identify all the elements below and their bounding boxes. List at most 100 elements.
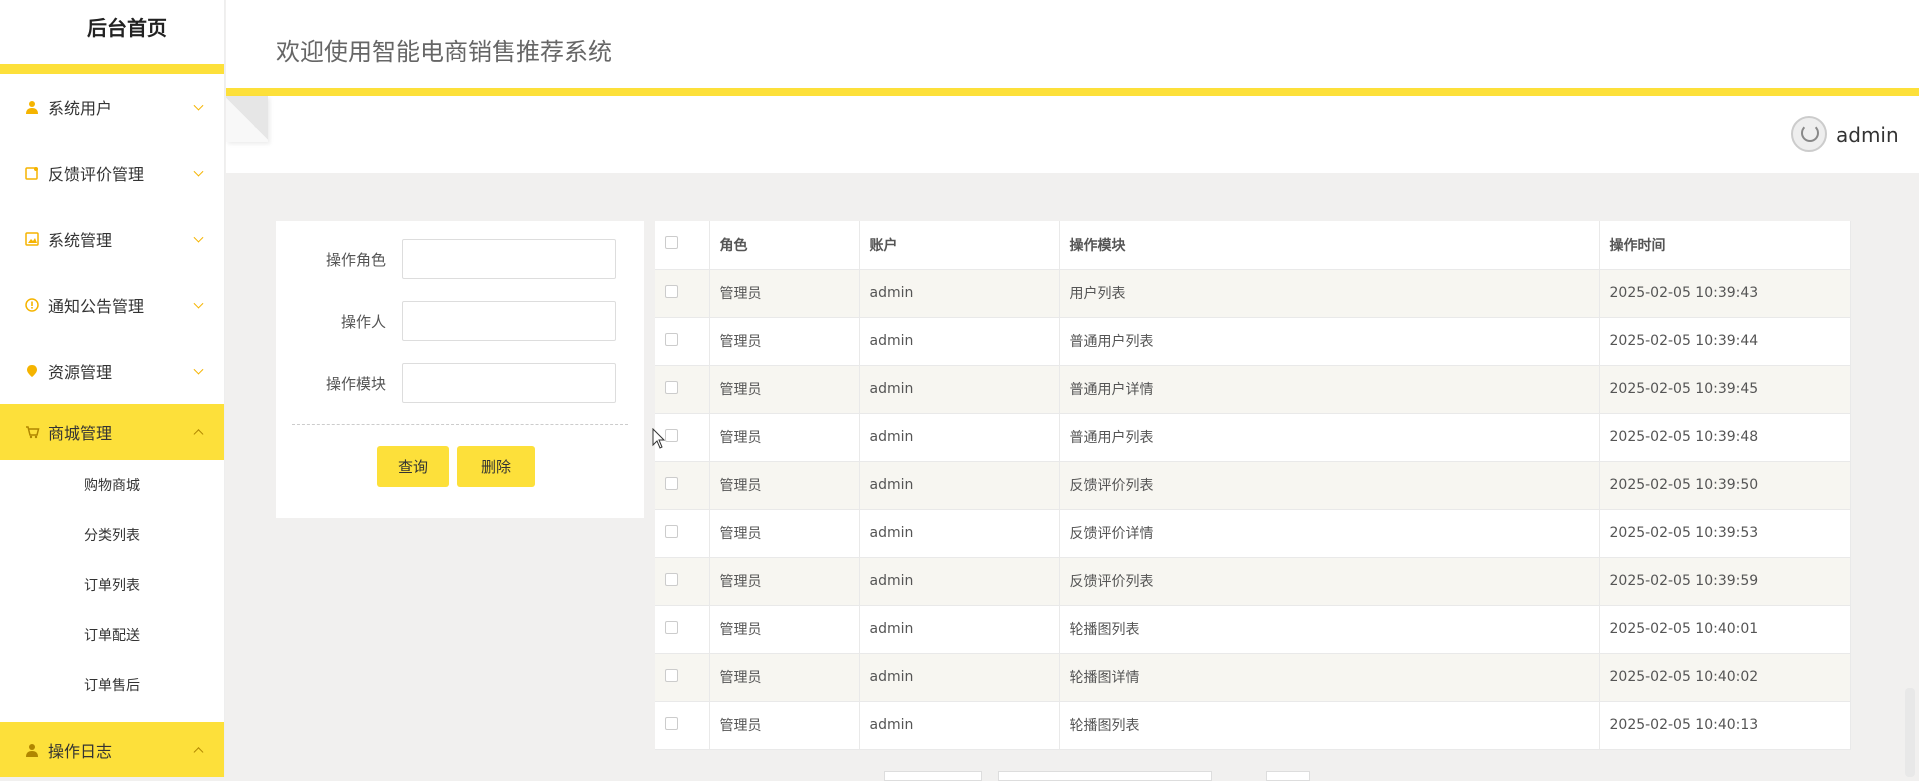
sidebar-title[interactable]: 后台首页	[0, 0, 224, 64]
cell-time: 2025-02-05 10:40:01	[1599, 605, 1851, 654]
sidebar-item-label: 商城管理	[48, 424, 113, 443]
chevron-down-icon	[193, 298, 204, 309]
location-pin-icon	[24, 363, 40, 379]
row-checkbox[interactable]	[665, 572, 678, 586]
cell-role: 管理员	[709, 461, 860, 510]
cell-account: admin	[859, 269, 1060, 318]
cell-time: 2025-02-05 10:39:43	[1599, 269, 1851, 318]
cell-module: 轮播图列表	[1059, 605, 1600, 654]
sidebar-subitem-orders[interactable]: 订单列表	[0, 560, 224, 610]
chevron-up-icon	[193, 747, 204, 758]
row-checkbox[interactable]	[665, 284, 678, 298]
table-row[interactable]: 管理员 admin 轮播图列表 2025-02-05 10:40:13	[655, 701, 1851, 750]
sidebar-item-resources[interactable]: 资源管理	[0, 338, 224, 404]
select-all-checkbox[interactable]	[665, 236, 678, 250]
cell-time: 2025-02-05 10:39:45	[1599, 365, 1851, 414]
column-header[interactable]: 操作模块	[1059, 221, 1600, 270]
cell-account: admin	[859, 413, 1060, 462]
sidebar-subitem-shop[interactable]: 购物商城	[0, 460, 224, 510]
role-input[interactable]	[402, 239, 616, 279]
cell-account: admin	[859, 317, 1060, 366]
sidebar-subitem-after-sales[interactable]: 订单售后	[0, 660, 224, 710]
query-button[interactable]: 查询	[377, 446, 449, 487]
table-row[interactable]: 管理员 admin 普通用户列表 2025-02-05 10:39:44	[655, 317, 1851, 366]
row-checkbox[interactable]	[665, 428, 678, 442]
table-row[interactable]: 管理员 admin 用户列表 2025-02-05 10:39:43	[655, 269, 1851, 318]
sidebar-item-label: 操作日志	[48, 742, 113, 761]
sidebar-item-feedback[interactable]: 反馈评价管理	[0, 140, 224, 206]
column-header[interactable]: 角色	[709, 221, 860, 270]
row-checkbox[interactable]	[665, 476, 678, 490]
table-row[interactable]: 管理员 admin 轮播图列表 2025-02-05 10:40:01	[655, 605, 1851, 654]
table-row[interactable]: 管理员 admin 轮播图详情 2025-02-05 10:40:02	[655, 653, 1851, 702]
sidebar-item-operation-log[interactable]: 操作日志	[0, 722, 224, 777]
avatar[interactable]	[1791, 116, 1827, 152]
page-title: 欢迎使用智能电商销售推荐系统	[276, 38, 612, 66]
sidebar-accent-strip	[0, 64, 224, 74]
cell-module: 轮播图列表	[1059, 701, 1600, 750]
username[interactable]: admin	[1836, 123, 1899, 147]
sidebar-item-announcements[interactable]: 通知公告管理	[0, 272, 224, 338]
cart-icon	[24, 424, 40, 440]
sidebar-item-label: 通知公告管理	[48, 297, 145, 316]
table-row[interactable]: 管理员 admin 普通用户列表 2025-02-05 10:39:48	[655, 413, 1851, 462]
cell-module: 普通用户列表	[1059, 317, 1600, 366]
sidebar: 后台首页 系统用户 反馈评价管理 系统管理 通知公告管理 资源管理 商城管理 购…	[0, 0, 225, 777]
select-all-cell	[655, 221, 710, 270]
row-checkbox[interactable]	[665, 332, 678, 346]
cell-role: 管理员	[709, 557, 860, 606]
row-checkbox[interactable]	[665, 716, 678, 730]
search-field-module: 操作模块	[276, 363, 644, 403]
row-checkbox[interactable]	[665, 668, 678, 682]
cell-account: admin	[859, 605, 1060, 654]
cell-account: admin	[859, 509, 1060, 558]
table-row[interactable]: 管理员 admin 反馈评价列表 2025-02-05 10:39:59	[655, 557, 1851, 606]
column-header[interactable]: 账户	[859, 221, 1060, 270]
row-checkbox[interactable]	[665, 380, 678, 394]
divider	[292, 424, 628, 425]
cell-time: 2025-02-05 10:40:02	[1599, 653, 1851, 702]
cell-time: 2025-02-05 10:39:53	[1599, 509, 1851, 558]
row-checkbox[interactable]	[665, 620, 678, 634]
cell-time: 2025-02-05 10:39:48	[1599, 413, 1851, 462]
collapse-toggle-icon[interactable]	[226, 96, 268, 142]
pagination-next-button[interactable]	[1266, 771, 1310, 781]
table-row[interactable]: 管理员 admin 反馈评价列表 2025-02-05 10:39:50	[655, 461, 1851, 510]
user-icon	[24, 99, 40, 115]
chevron-down-icon	[193, 100, 204, 111]
cell-module: 普通用户详情	[1059, 365, 1600, 414]
cell-role: 管理员	[709, 605, 860, 654]
column-header[interactable]: 操作时间	[1599, 221, 1851, 270]
sidebar-item-system-management[interactable]: 系统管理	[0, 206, 224, 272]
pagination-prev-button[interactable]	[884, 771, 982, 781]
row-checkbox[interactable]	[665, 524, 678, 538]
scrollbar-thumb[interactable]	[1905, 688, 1915, 777]
cell-time: 2025-02-05 10:39:44	[1599, 317, 1851, 366]
sidebar-item-label: 资源管理	[48, 363, 113, 382]
alert-icon	[24, 297, 40, 313]
cell-module: 反馈评价列表	[1059, 461, 1600, 510]
table-row[interactable]: 管理员 admin 普通用户详情 2025-02-05 10:39:45	[655, 365, 1851, 414]
cell-role: 管理员	[709, 365, 860, 414]
sidebar-subitem-categories[interactable]: 分类列表	[0, 510, 224, 560]
cell-account: admin	[859, 461, 1060, 510]
chevron-up-icon	[193, 429, 204, 440]
header: 欢迎使用智能电商销售推荐系统	[226, 0, 1919, 88]
sidebar-item-system-users[interactable]: 系统用户	[0, 74, 224, 140]
cell-role: 管理员	[709, 509, 860, 558]
cell-module: 用户列表	[1059, 269, 1600, 318]
table-row[interactable]: 管理员 admin 反馈评价详情 2025-02-05 10:39:53	[655, 509, 1851, 558]
delete-button[interactable]: 删除	[457, 446, 535, 487]
feedback-icon	[24, 165, 40, 181]
sidebar-item-label: 系统用户	[48, 99, 113, 118]
table-header-row: 角色 账户 操作模块 操作时间	[655, 221, 1851, 270]
pagination-pages[interactable]	[998, 771, 1212, 781]
sidebar-subitem-delivery[interactable]: 订单配送	[0, 610, 224, 660]
sidebar-item-label: 系统管理	[48, 231, 113, 250]
operator-input[interactable]	[402, 301, 616, 341]
sidebar-item-mall[interactable]: 商城管理	[0, 404, 224, 460]
log-table: 角色 账户 操作模块 操作时间 管理员 admin 用户列表 2025-02-0…	[655, 221, 1851, 750]
cell-account: admin	[859, 701, 1060, 750]
module-input[interactable]	[402, 363, 616, 403]
cell-role: 管理员	[709, 269, 860, 318]
